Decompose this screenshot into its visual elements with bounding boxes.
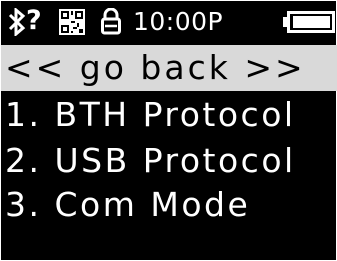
lock-icon <box>101 8 121 35</box>
battery-icon <box>283 11 335 33</box>
status-bar: ? 10:00P <box>1 1 337 41</box>
menu-item-usb-protocol[interactable]: 2. USB Protocol <box>1 138 337 184</box>
menu-item-bth-protocol[interactable]: 1. BTH Protocol <box>1 92 337 138</box>
qr-code-icon <box>59 9 85 35</box>
unknown-status-icon: ? <box>26 5 42 36</box>
menu-item-com-mode[interactable]: 3. Com Mode <box>1 182 337 228</box>
clock-time: 10:00P <box>133 7 224 36</box>
bluetooth-icon <box>8 8 26 36</box>
device-screen: ? 10:00P << go back >> 1. BTH Protocol 2… <box>0 0 337 261</box>
menu-item-go-back[interactable]: << go back >> <box>1 45 337 91</box>
